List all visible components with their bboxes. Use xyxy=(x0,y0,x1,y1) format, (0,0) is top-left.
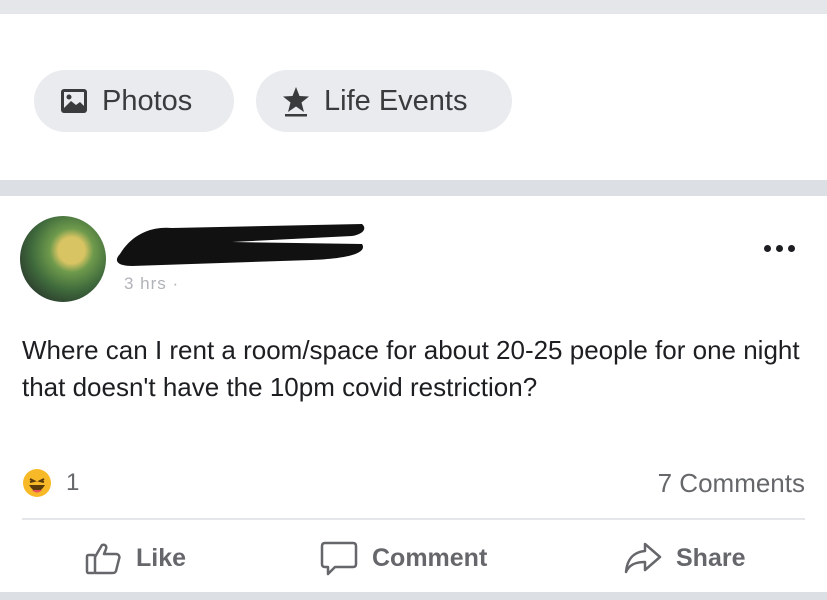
like-label: Like xyxy=(136,543,187,572)
life-events-button[interactable]: Life Events xyxy=(256,70,512,132)
comment-button[interactable]: Comment xyxy=(318,536,487,580)
composer-actions: Photos Life Events xyxy=(0,14,827,180)
reaction-summary[interactable]: 1 xyxy=(22,468,79,498)
photos-button[interactable]: Photos xyxy=(34,70,234,132)
star-icon xyxy=(278,83,314,119)
actions-divider xyxy=(22,518,805,520)
share-label: Share xyxy=(676,543,746,572)
reaction-count: 1 xyxy=(66,469,80,496)
photos-label: Photos xyxy=(102,84,193,117)
photo-icon xyxy=(56,83,92,119)
bottom-separator xyxy=(0,592,827,600)
feed-post: 3 hrs · Where can I rent a room/space fo… xyxy=(0,196,827,600)
more-options-icon[interactable] xyxy=(752,236,806,260)
comment-label: Comment xyxy=(372,543,488,572)
top-separator xyxy=(0,0,827,14)
life-events-label: Life Events xyxy=(324,84,468,117)
share-arrow-icon xyxy=(622,537,664,579)
share-button[interactable]: Share xyxy=(622,536,745,580)
comment-bubble-icon xyxy=(318,537,360,579)
avatar[interactable] xyxy=(20,216,106,302)
redacted-author-name xyxy=(116,224,365,266)
comments-count-link[interactable]: 7 Comments xyxy=(658,468,805,499)
like-button[interactable]: Like xyxy=(82,536,186,580)
feed-divider xyxy=(0,180,827,196)
haha-emoji-icon xyxy=(23,469,51,497)
thumbs-up-icon xyxy=(82,537,124,579)
post-text: Where can I rent a room/space for about … xyxy=(22,335,800,402)
post-timestamp: 3 hrs · xyxy=(124,274,180,293)
